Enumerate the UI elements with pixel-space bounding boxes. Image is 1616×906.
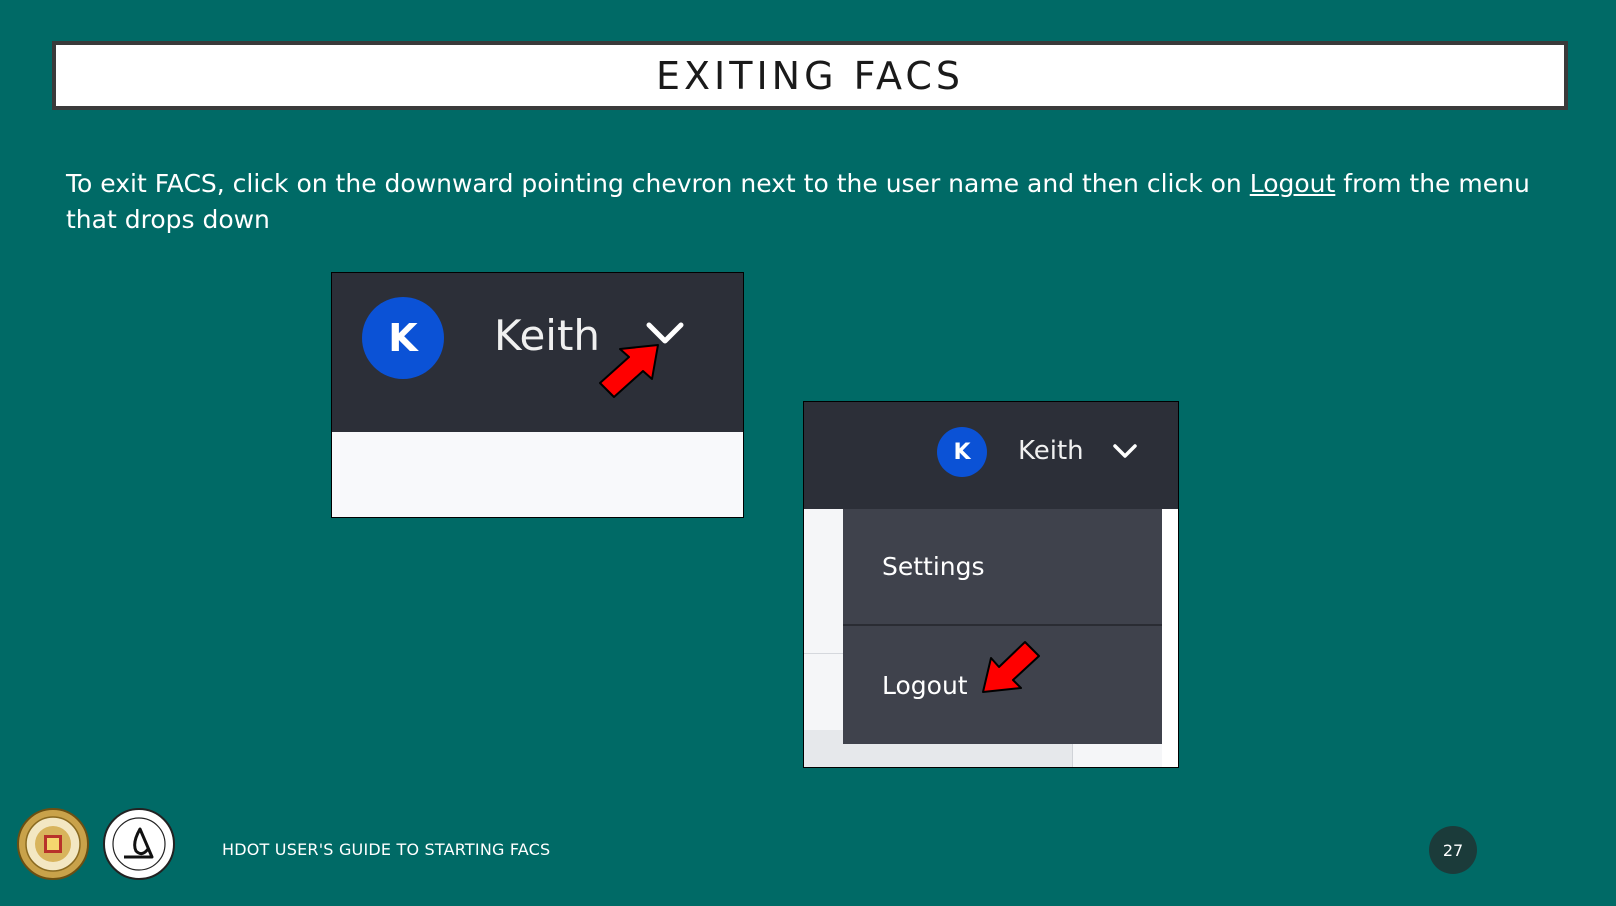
red-arrow-icon [599,344,659,398]
user-dropdown-menu: Settings Logout [843,509,1162,744]
page-background-edge [1162,509,1178,767]
department-of-transportation-logo-icon [103,808,175,880]
instructions-logout-word: Logout [1249,169,1336,198]
instructions-text: To exit FACS, click on the downward poin… [66,166,1566,238]
state-of-hawaii-seal-icon [17,808,89,880]
page-number: 27 [1429,826,1477,874]
user-name[interactable]: Keith [1018,434,1084,468]
screenshot-collapsed-user-menu: K Keith [331,272,744,518]
slide-title-bar: EXITING FACS [52,41,1568,110]
user-avatar[interactable]: K [362,297,444,379]
instructions-before: To exit FACS, click on the downward poin… [66,169,1250,198]
chevron-down-icon[interactable] [1112,442,1138,462]
menu-item-settings[interactable]: Settings [843,509,1162,626]
user-avatar[interactable]: K [937,427,987,477]
red-arrow-icon [982,641,1040,693]
slide-title: EXITING FACS [656,53,964,98]
screenshot-expanded-user-menu: K Keith Settings Logout [803,401,1179,768]
footer-guide-title: HDOT USER'S GUIDE TO STARTING FACS [222,840,551,859]
user-name[interactable]: Keith [494,311,600,361]
